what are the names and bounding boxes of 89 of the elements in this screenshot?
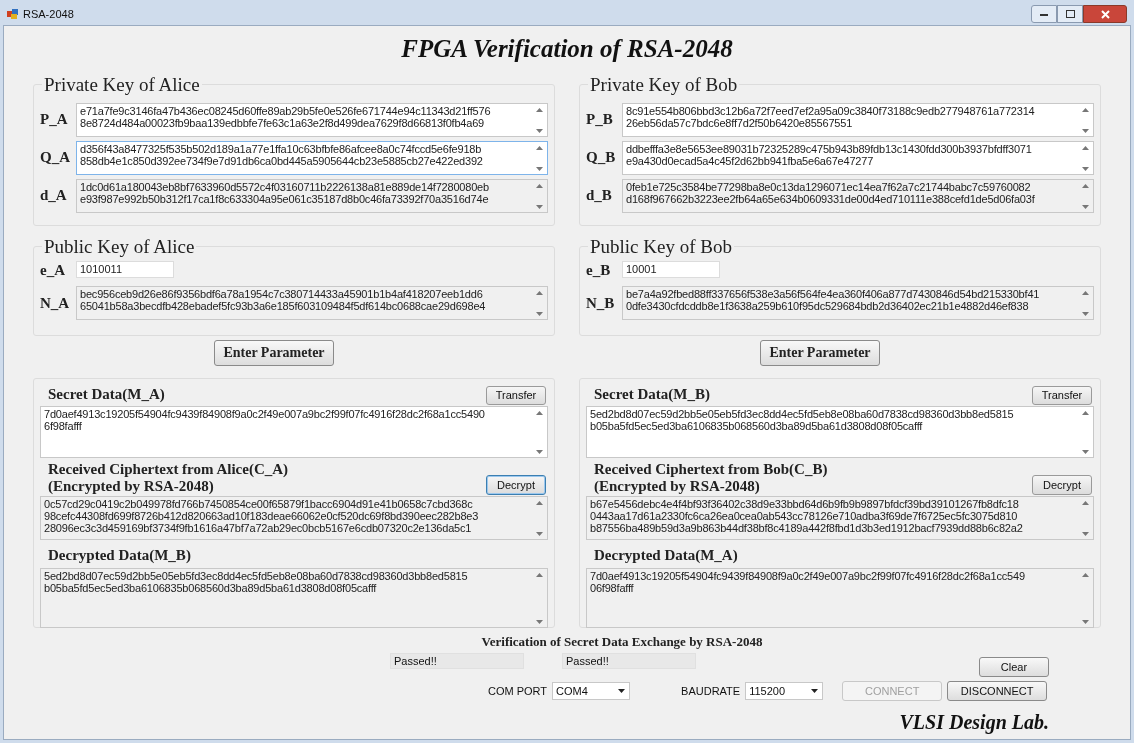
- scroll-down-icon[interactable]: [1081, 619, 1089, 624]
- input-field[interactable]: 10001: [622, 261, 720, 279]
- lab-name: VLSI Design Lab.: [899, 710, 1049, 736]
- scroll-up-icon[interactable]: [535, 501, 543, 505]
- field-label: d_B: [586, 186, 613, 206]
- minimize-button[interactable]: [1031, 5, 1057, 23]
- scroll-up-icon[interactable]: [535, 572, 543, 577]
- section-label: Decrypted Data(M_A): [594, 546, 739, 565]
- field-label: e_B: [586, 260, 612, 280]
- section-label: (Encrypted by RSA-2048): [594, 478, 761, 495]
- text-area[interactable]: 0c57cd29c0419c2b049978fd766b7450854ce00f65879f1bacc6904d91e41b0658c7cbd368c 98cefc44308fd699f8726b412d820663ad10f183deae66062e0cf520dc69f8bd390eec282b8e3 28096ec3c3d459169bf3734f9fb1616a47bf7a72ab29ec0bcb5167e6cdb07320c2e136da5c1: [40, 496, 548, 540]
- scroll-up-icon[interactable]: [535, 291, 543, 295]
- field-label: N_A: [40, 293, 71, 313]
- scroll-up-icon[interactable]: [535, 411, 543, 415]
- close-icon: [1100, 9, 1110, 19]
- scroll-down-icon[interactable]: [535, 166, 543, 171]
- scroll-down-icon[interactable]: [1081, 532, 1089, 536]
- scroll-down-icon[interactable]: [535, 532, 543, 536]
- scroll-down-icon[interactable]: [535, 450, 543, 454]
- dropdown[interactable]: COM4: [552, 682, 631, 700]
- close-button[interactable]: [1083, 5, 1127, 23]
- scroll-down-icon[interactable]: [535, 619, 543, 624]
- window-title: RSA-2048: [23, 6, 74, 22]
- field-label: BAUDRATE: [681, 683, 741, 699]
- text-area[interactable]: 0feb1e725c3584be77298ba8e0c13da1296071ec14ea7f62a7c21744babc7c59760082 d168f967662b3223ee2fb64a65e634b0609331de00d4ed710111e388cefd1de5d06fa03f: [622, 178, 1094, 213]
- scroll-up-icon[interactable]: [1081, 501, 1089, 505]
- scroll-down-icon[interactable]: [1081, 166, 1089, 171]
- section-label: Received Ciphertext from Alice(C_A): [48, 461, 289, 478]
- field-label: e_A: [40, 260, 66, 280]
- text-area[interactable]: 5ed2bd8d07ec59d2bb5e05eb5fd3ec8dd4ec5fd5eb8e08ba60d7838cd98360d3bb8ed5815 b05ba5fd5ec5ed3ba6106835b068560d3ba89d5ba61d3808d08f05cafff: [586, 406, 1094, 458]
- scroll-up-icon[interactable]: [535, 145, 543, 150]
- maximize-button[interactable]: [1057, 5, 1083, 23]
- clear-button[interactable]: Clear: [979, 657, 1049, 677]
- text-area[interactable]: 7d0aef4913c19205f54904fc9439f84908f9a0c2f49e007a9bc2f99f07fc4916f28dc2f68a1cc549 06f98fafff: [586, 567, 1094, 628]
- minimize-icon: [1040, 12, 1048, 16]
- scroll-down-icon[interactable]: [1081, 312, 1089, 316]
- maximize-icon: [1065, 10, 1075, 18]
- section-label: Secret Data(M_A): [48, 384, 165, 404]
- text-area[interactable]: e71a7fe9c3146fa47b436ec08245d60ffe89ab29b5fe0e526fe671744e94c11343d21ff576 8e8724d484a00023fb9baa139edbbfe7fe63c1a63e2f8d499dea7629f8d66813f0fb4a69: [76, 102, 548, 137]
- scroll-up-icon[interactable]: [1081, 145, 1089, 150]
- button[interactable]: Transfer: [1032, 386, 1092, 405]
- app-icon: [7, 8, 19, 20]
- field-label: Q_A: [40, 148, 71, 168]
- enter-parameter-button[interactable]: Enter Parameter: [214, 339, 334, 366]
- section-label: Decrypted Data(M_B): [48, 546, 192, 565]
- enter-parameter-button[interactable]: Enter Parameter: [760, 339, 880, 366]
- scroll-up-icon[interactable]: [1081, 572, 1089, 577]
- button[interactable]: Decrypt: [1032, 475, 1092, 495]
- field-label: COM PORT: [488, 683, 548, 699]
- result-field: Passed!!: [390, 653, 524, 669]
- text-area[interactable]: 1dc0d61a180043eb8bf7633960d5572c4f03160711b2226138a81e889de14f7280080eb e93f987e992b50b312f17ca1f8c633304a95e061c35187d8b0c46fa73392f70a3516d74e: [76, 178, 548, 213]
- scroll-down-icon[interactable]: [535, 312, 543, 316]
- scroll-up-icon[interactable]: [1081, 411, 1089, 415]
- button[interactable]: Decrypt: [486, 475, 546, 495]
- result-field: Passed!!: [562, 653, 696, 669]
- scroll-up-icon[interactable]: [535, 183, 543, 188]
- text-area[interactable]: 5ed2bd8d07ec59d2bb5e05eb5fd3ec8dd4ec5fd5eb8e08ba60d7838cd98360d3bb8ed5815 b05ba5fd5ec5ed3ba6106835b068560d3ba89d5ba61d3808d08f05cafff: [40, 567, 548, 628]
- scroll-down-icon[interactable]: [1081, 128, 1089, 133]
- text-area[interactable]: be7a4a92fbed88ff337656f538e3a56f564fe4ea360f406a877d7430846d54bd215330bf41 0dfe3430cfdcddb8e1f3638a259b610f95dc529684bdb2d36402ec21b1e4882d46ef838: [622, 286, 1094, 320]
- button[interactable]: Transfer: [486, 386, 546, 405]
- field-label: P_B: [586, 110, 614, 130]
- scroll-up-icon[interactable]: [1081, 183, 1089, 188]
- text-area[interactable]: 8c91e554b806bbd3c12b6a72f7eed7ef2a95a09c3840f73188c9edb277948761a772314 26eb56da57c7bdc6e8ff7d2f50b6420e85567551: [622, 102, 1094, 137]
- dropdown-arrow-icon: [618, 689, 626, 693]
- text-area[interactable]: 7d0aef4913c19205f54904fc9439f84908f9a0c2f49e007a9bc2f99f07fc4916f28dc2f68a1cc5490 6f98fafff: [40, 406, 548, 458]
- scroll-down-icon[interactable]: [1081, 450, 1089, 454]
- section-label: Received Ciphertext from Bob(C_B): [594, 461, 828, 478]
- text-area[interactable]: d356f43a8477325f535b502d189a1a77e1ffa10c63bfbfe86afcee8a0c74fccd5e6fe918b 858db4e1c850d392ee734f9e7d91db6ca0bd445a5905644cb23e5885cb27e422ed392: [76, 140, 548, 175]
- field-label: P_A: [40, 110, 69, 130]
- section-label: (Encrypted by RSA-2048): [48, 478, 215, 495]
- scroll-down-icon[interactable]: [535, 128, 543, 133]
- section-label: Secret Data(M_B): [594, 384, 710, 404]
- scroll-up-icon[interactable]: [1081, 291, 1089, 295]
- scroll-down-icon[interactable]: [535, 204, 543, 209]
- verification-title: Verification of Secret Data Exchange by RSA-2048: [481, 632, 763, 651]
- text-area[interactable]: b67e5456debc4e4f4bf93f36402c38d9e33bbd64d6b9fb9b9897bfdcf39bd39101267fb8dfc18 0443aa17d61a2330fc6ca26ea0cea0ab543cc78126e710adba3f69de7f6725ec5fc3075d810 b87556ba489b59d3a9b863b44df38bf8c4189a442f8fbd1d3b3ed1912bacf7939dd88b6c82a2: [586, 496, 1094, 540]
- scroll-up-icon[interactable]: [1081, 107, 1089, 112]
- text-area[interactable]: bec956ceb9d26e86f9356bdf6a78a1954c7c380714433a45901b1b4af418207eeb1dd6 65041b58a3becdfb428ebadef5fc93b3a6e185f603109484f5df614bc0688cae29d698e4: [76, 286, 548, 320]
- text-area[interactable]: ddbefffa3e8e5653ee89031b72325289c475b943b89fdb13c1430fdd300b3937bfdff3071 e9a430d0ecad5a4c45f2d62bb941fba5e6a67e47277: [622, 140, 1094, 175]
- field-label: d_A: [40, 186, 68, 206]
- disconnect-button[interactable]: DISCONNECT: [947, 681, 1048, 701]
- dropdown[interactable]: 115200: [745, 682, 824, 700]
- input-field[interactable]: 1010011: [76, 261, 174, 279]
- scroll-down-icon[interactable]: [1081, 204, 1089, 209]
- field-label: N_B: [586, 293, 616, 313]
- scroll-up-icon[interactable]: [535, 107, 543, 112]
- field-label: Q_B: [586, 148, 617, 168]
- dropdown-arrow-icon: [811, 689, 819, 693]
- page-heading: FPGA Verification of RSA-2048: [401, 34, 733, 64]
